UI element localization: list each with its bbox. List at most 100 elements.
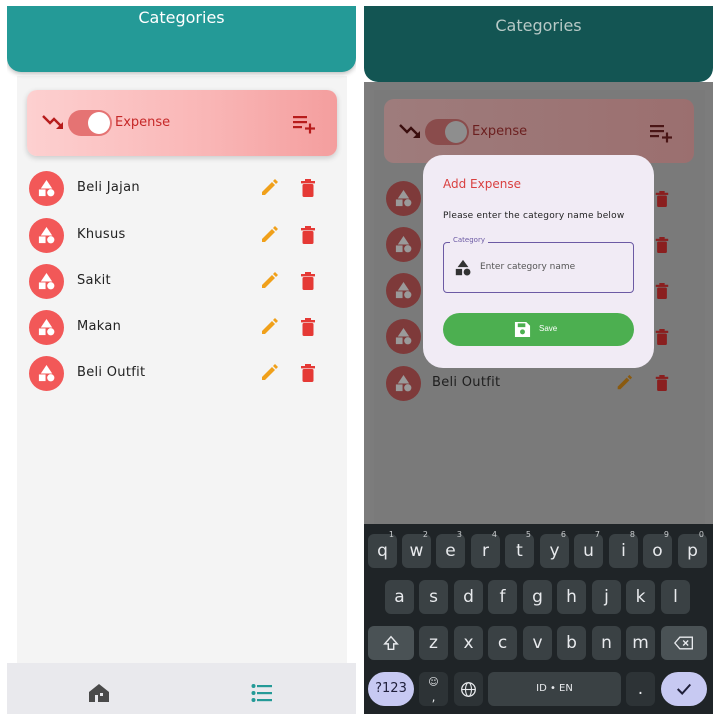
key-d[interactable]: d — [454, 580, 483, 614]
left-screen: Categories Expense Beli Jajan Khusus Sak… — [7, 6, 356, 714]
toggle-knob — [445, 121, 467, 143]
edit-icon[interactable] — [259, 317, 279, 337]
app-bar: Categories — [364, 6, 713, 82]
key-q[interactable]: q1 — [368, 530, 397, 568]
expense-toggle[interactable] — [68, 110, 112, 136]
list-item[interactable]: Beli Jajan — [29, 171, 329, 207]
key-a[interactable]: a — [385, 580, 414, 614]
delete-icon[interactable] — [299, 225, 317, 245]
list-item[interactable]: Khusus — [29, 218, 329, 254]
key-x[interactable]: x — [454, 626, 483, 660]
category-shapes-icon — [38, 226, 55, 244]
key-f[interactable]: f — [488, 580, 517, 614]
category-name: Sakit — [77, 273, 111, 288]
delete-icon — [655, 283, 669, 299]
period-key[interactable]: . — [626, 672, 655, 706]
delete-icon[interactable] — [299, 178, 317, 198]
home-icon[interactable] — [87, 681, 111, 703]
key-hint: 8 — [629, 530, 635, 539]
list-icon[interactable] — [251, 683, 273, 703]
trending-down-icon — [42, 115, 63, 129]
key-b[interactable]: b — [557, 626, 586, 660]
category-shapes-icon — [395, 235, 412, 253]
list-item[interactable]: Beli Outfit — [29, 356, 329, 392]
playlist-add-icon — [650, 125, 672, 143]
field-label: Category — [450, 236, 488, 244]
edit-icon[interactable] — [259, 225, 279, 245]
emoji-icon: ☺ — [428, 677, 439, 688]
edit-icon[interactable] — [259, 363, 279, 383]
emoji-key[interactable]: ☺ , — [419, 672, 448, 706]
expense-toggle — [425, 119, 469, 145]
right-screen: Categories Expense Beli Outfit Add Expen… — [364, 6, 713, 714]
key-o[interactable]: o9 — [643, 530, 672, 568]
key-m[interactable]: m — [626, 626, 655, 660]
category-shapes-icon — [395, 327, 412, 345]
category-avatar — [386, 319, 421, 354]
key-n[interactable]: n — [592, 626, 621, 660]
key-v[interactable]: v — [523, 626, 552, 660]
key-hint: 9 — [663, 530, 669, 539]
delete-icon — [655, 329, 669, 345]
key-label: o — [652, 541, 663, 561]
category-avatar — [386, 273, 421, 308]
dialog-title: Add Expense — [443, 177, 521, 191]
key-h[interactable]: h — [557, 580, 586, 614]
category-name-input[interactable] — [480, 257, 630, 277]
key-t[interactable]: t5 — [505, 530, 534, 568]
add-category-dialog: Add Expense Please enter the category na… — [423, 155, 654, 368]
type-label: Expense — [115, 115, 171, 130]
key-u[interactable]: u7 — [574, 530, 603, 568]
save-button[interactable]: Save — [443, 313, 634, 346]
enter-key[interactable] — [661, 672, 707, 706]
globe-icon — [461, 681, 476, 697]
key-label: p — [687, 541, 698, 561]
key-c[interactable]: c — [488, 626, 517, 660]
key-g[interactable]: g — [523, 580, 552, 614]
space-key[interactable]: ID • EN — [488, 672, 621, 706]
backspace-key[interactable] — [661, 626, 707, 660]
language-key[interactable] — [454, 672, 483, 706]
delete-icon — [655, 375, 669, 391]
edit-icon[interactable] — [259, 271, 279, 291]
key-z[interactable]: z — [419, 626, 448, 660]
category-name: Beli Jajan — [77, 180, 140, 195]
key-hint: 3 — [456, 530, 462, 539]
delete-icon — [655, 191, 669, 207]
delete-icon[interactable] — [299, 363, 317, 383]
category-name: Makan — [77, 319, 122, 334]
key-p[interactable]: p0 — [678, 530, 707, 568]
category-name: Khusus — [77, 227, 126, 242]
key-r[interactable]: r4 — [471, 530, 500, 568]
playlist-add-icon[interactable] — [292, 114, 316, 134]
shift-key[interactable] — [368, 626, 414, 660]
key-hint: 7 — [594, 530, 600, 539]
delete-icon[interactable] — [299, 271, 317, 291]
list-item[interactable]: Sakit — [29, 264, 329, 300]
category-shapes-icon — [38, 179, 55, 197]
category-avatar — [386, 366, 421, 401]
key-s[interactable]: s — [419, 580, 448, 614]
category-shapes-icon — [38, 272, 55, 290]
bottom-nav — [7, 663, 356, 714]
key-k[interactable]: k — [626, 580, 655, 614]
category-name: Beli Outfit — [77, 365, 146, 380]
list-item[interactable]: Makan — [29, 310, 329, 346]
symbols-key[interactable]: ?123 — [368, 672, 414, 706]
toggle-knob — [88, 112, 110, 134]
key-l[interactable]: l — [661, 580, 690, 614]
delete-icon[interactable] — [299, 317, 317, 337]
edit-icon[interactable] — [259, 178, 279, 198]
category-avatar — [386, 181, 421, 216]
page-title: Categories — [138, 8, 225, 27]
category-field[interactable]: Category — [443, 236, 634, 293]
key-y[interactable]: y6 — [540, 530, 569, 568]
key-w[interactable]: w2 — [402, 530, 431, 568]
key-e[interactable]: e3 — [436, 530, 465, 568]
key-hint: 6 — [560, 530, 566, 539]
type-switch-card: Expense — [384, 99, 694, 163]
soft-keyboard: q1 w2 e3 r4 t5 y6 u7 i8 o9 p0 a s d f g … — [364, 524, 713, 714]
key-j[interactable]: j — [592, 580, 621, 614]
key-i[interactable]: i8 — [609, 530, 638, 568]
key-label: q — [377, 541, 388, 561]
